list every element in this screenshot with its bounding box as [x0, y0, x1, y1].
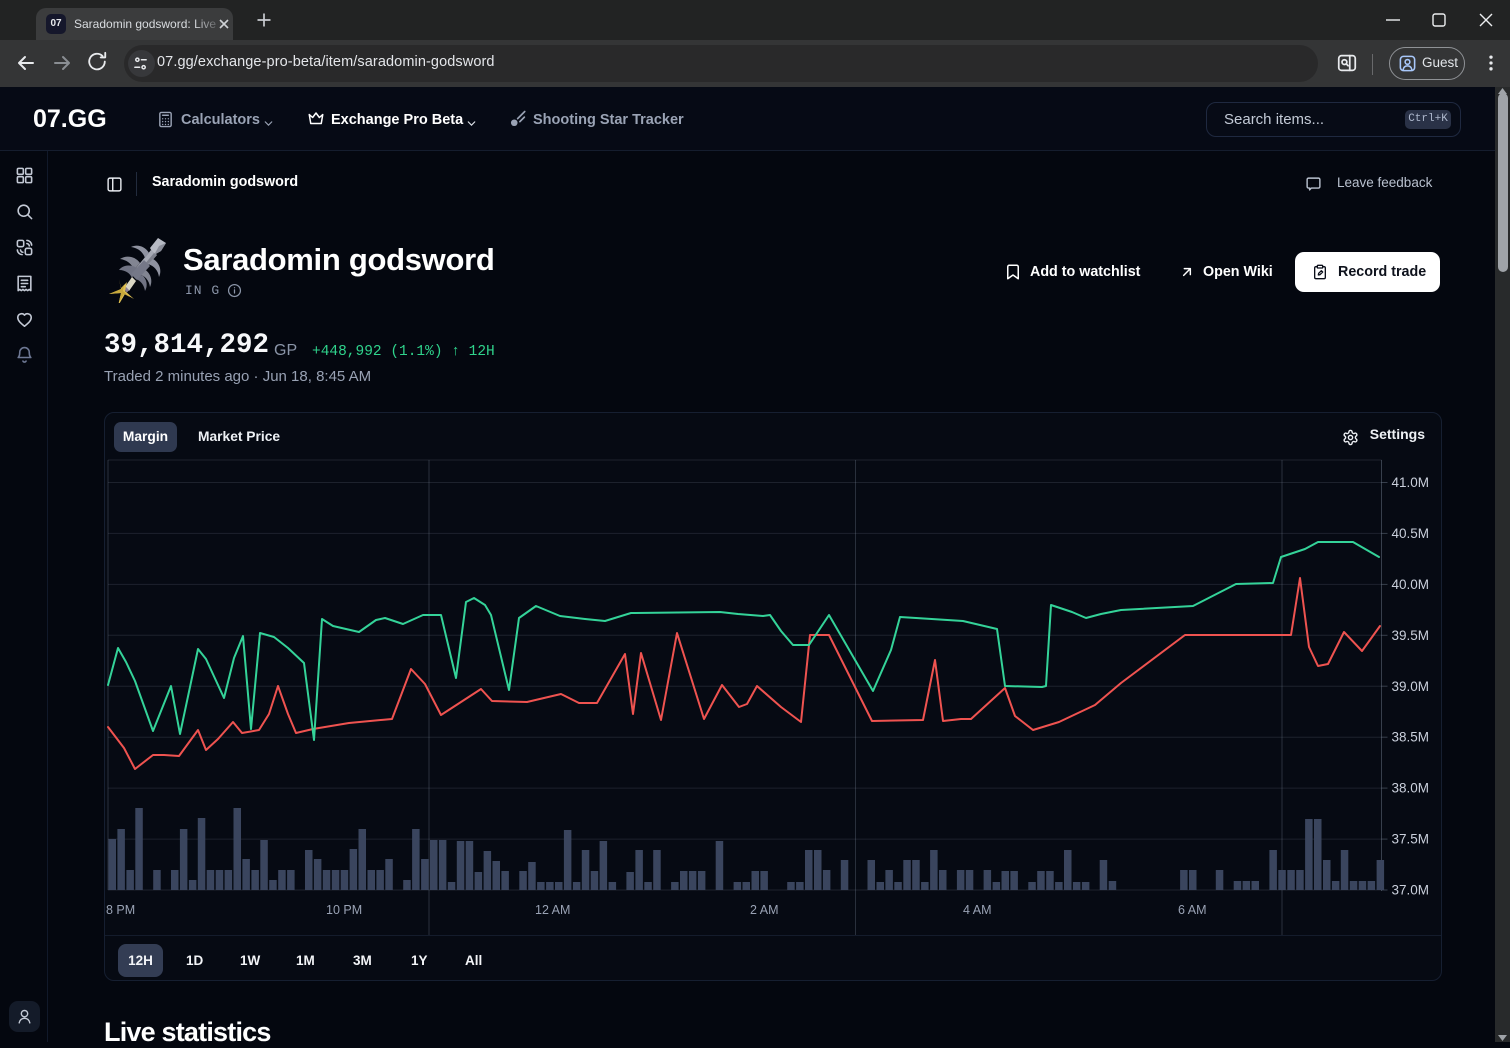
svg-text:8 PM: 8 PM	[106, 903, 135, 917]
svg-text:41.0M: 41.0M	[1392, 475, 1430, 490]
svg-text:37.0M: 37.0M	[1392, 883, 1430, 898]
svg-text:38.0M: 38.0M	[1392, 781, 1430, 796]
svg-text:2 AM: 2 AM	[750, 903, 779, 917]
svg-text:39.0M: 39.0M	[1392, 679, 1430, 694]
svg-text:39.5M: 39.5M	[1392, 628, 1430, 643]
svg-text:6 AM: 6 AM	[1178, 903, 1207, 917]
svg-text:4 AM: 4 AM	[963, 903, 992, 917]
svg-text:12 AM: 12 AM	[535, 903, 570, 917]
svg-text:10 PM: 10 PM	[326, 903, 362, 917]
svg-text:40.5M: 40.5M	[1392, 526, 1430, 541]
svg-text:38.5M: 38.5M	[1392, 730, 1430, 745]
svg-text:37.5M: 37.5M	[1392, 832, 1430, 847]
svg-text:40.0M: 40.0M	[1392, 577, 1430, 592]
